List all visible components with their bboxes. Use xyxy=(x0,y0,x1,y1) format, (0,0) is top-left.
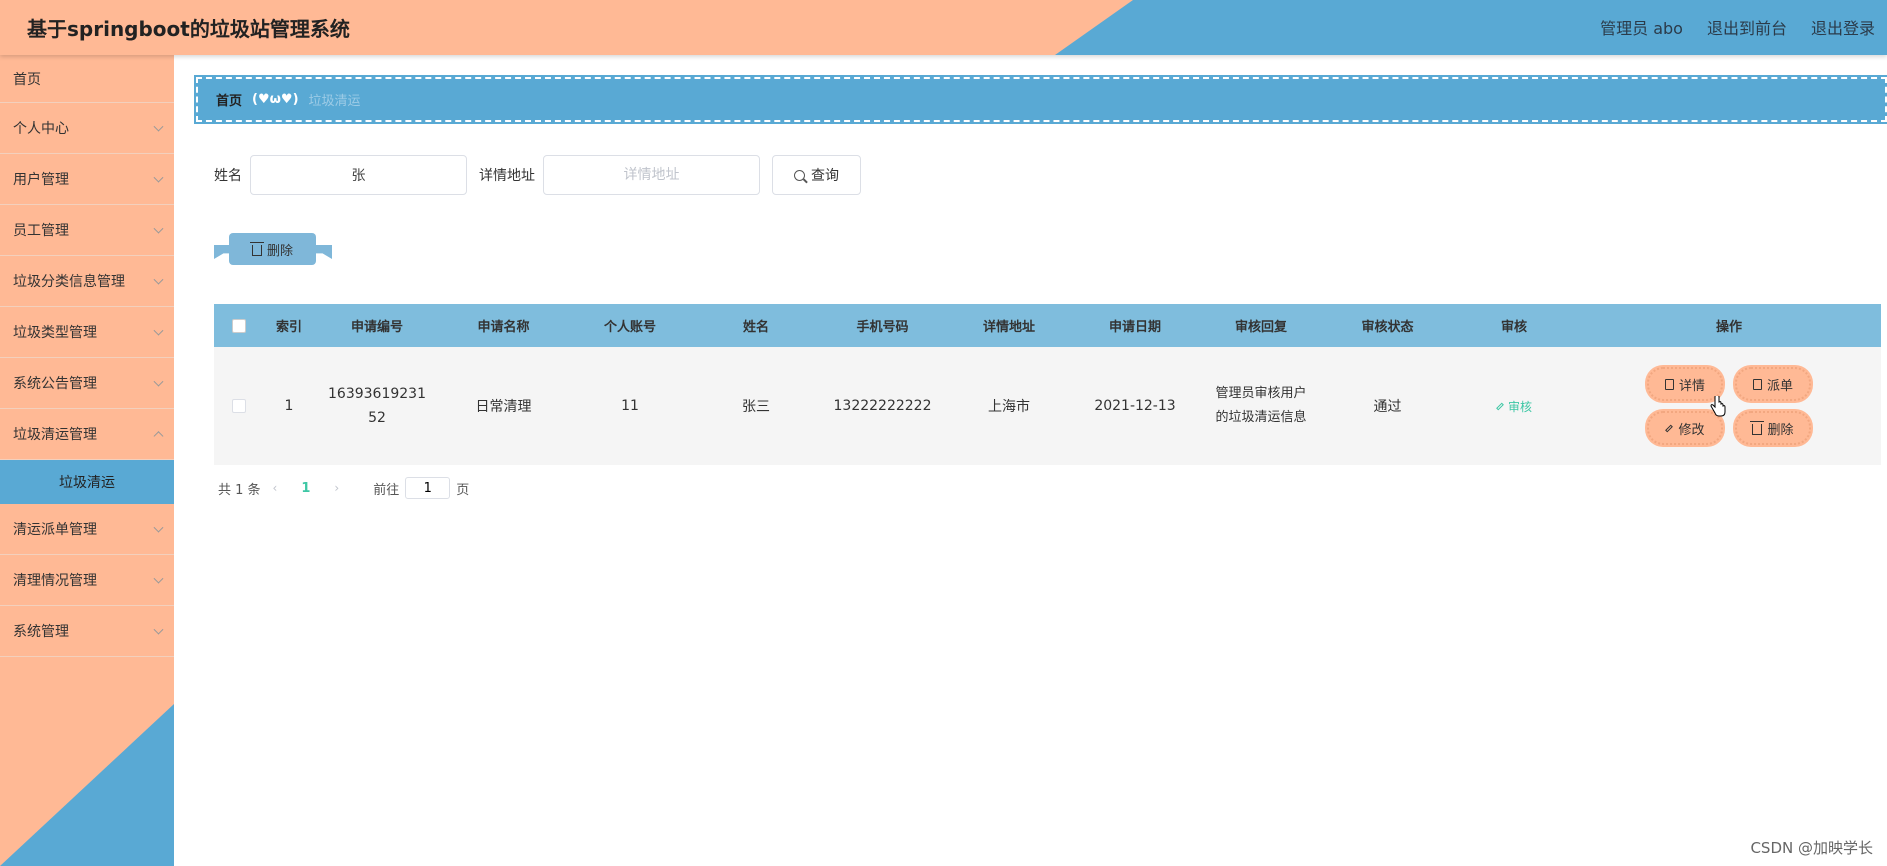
name-input[interactable] xyxy=(250,155,467,195)
chevron-down-icon xyxy=(153,172,164,183)
logout-link[interactable]: 退出登录 xyxy=(1811,15,1875,39)
edit-pen-icon xyxy=(1496,402,1504,410)
chevron-down-icon xyxy=(153,121,164,132)
dispatch-button[interactable]: 派单 xyxy=(1735,367,1811,401)
sidebar-item-staff[interactable]: 员工管理 xyxy=(0,205,174,256)
table-row: 1 1639361923152 日常清理 11 张三 13222222222 上… xyxy=(214,347,1881,465)
pagination-total: 共 1 条 xyxy=(218,482,261,498)
prev-page-icon[interactable]: ‹ xyxy=(273,481,278,495)
data-table: 索引 申请编号 申请名称 个人账号 姓名 手机号码 详情地址 申请日期 审核回复… xyxy=(214,304,1881,465)
sidebar-item-classification[interactable]: 垃圾分类信息管理 xyxy=(0,256,174,307)
col-reply: 审核回复 xyxy=(1234,320,1287,335)
hand-cursor-icon xyxy=(1710,396,1726,417)
goto-page-input[interactable] xyxy=(405,477,451,499)
header-actions: 管理员 abo 退出到前台 退出登录 xyxy=(1600,15,1875,39)
document-icon xyxy=(1664,378,1674,390)
trash-icon xyxy=(1750,420,1765,435)
edit-pen-icon xyxy=(1665,424,1674,432)
delete-button[interactable]: 删除 xyxy=(1735,411,1811,445)
row-checkbox[interactable] xyxy=(232,399,246,413)
col-audit: 审核 xyxy=(1500,320,1527,335)
table-header: 索引 申请编号 申请名称 个人账号 姓名 手机号码 详情地址 申请日期 审核回复… xyxy=(214,304,1881,347)
chevron-down-icon xyxy=(153,376,164,387)
col-apply-name: 申请名称 xyxy=(477,320,530,335)
col-account: 个人账号 xyxy=(603,320,656,335)
audit-link[interactable]: 审核 xyxy=(1496,398,1532,415)
sidebar-subitem-transport[interactable]: 垃圾清运 xyxy=(0,460,174,504)
pagination: 共 1 条 ‹ 1 › 前往 页 xyxy=(218,477,469,499)
page-suffix: 页 xyxy=(456,482,470,498)
main-content: 首页 (♥ω♥) 垃圾清运 姓名 详情地址 查询 删除 索引 申请编号 申请名称… xyxy=(174,55,1887,866)
chevron-down-icon xyxy=(153,325,164,336)
watermark: CSDN @加映学长 xyxy=(1750,839,1873,857)
cell-index: 1 xyxy=(284,398,294,414)
chevron-down-icon xyxy=(153,522,164,533)
chevron-down-icon xyxy=(153,624,164,635)
cell-status: 通过 xyxy=(1373,399,1402,415)
cell-name: 张三 xyxy=(742,399,770,415)
sidebar-item-system[interactable]: 系统管理 xyxy=(0,606,174,657)
chevron-down-icon xyxy=(153,223,164,234)
select-all-checkbox[interactable] xyxy=(232,318,246,333)
row-actions: 详情 派单 修改 删除 xyxy=(1609,367,1849,445)
breadcrumb-current: 垃圾清运 xyxy=(308,94,361,109)
sidebar-item-profile[interactable]: 个人中心 xyxy=(0,103,174,154)
cell-phone: 13222222222 xyxy=(833,398,932,414)
col-index: 索引 xyxy=(275,320,302,335)
breadcrumb-separator: (♥ω♥) xyxy=(252,92,299,107)
chevron-up-icon xyxy=(153,431,164,442)
batch-delete-button[interactable]: 删除 xyxy=(229,233,316,265)
query-button[interactable]: 查询 xyxy=(772,155,861,195)
cell-address: 上海市 xyxy=(988,399,1030,415)
back-to-front-link[interactable]: 退出到前台 xyxy=(1707,15,1787,39)
name-label: 姓名 xyxy=(214,168,242,184)
col-apply-no: 申请编号 xyxy=(350,320,403,335)
sidebar-item-dispatch[interactable]: 清运派单管理 xyxy=(0,504,174,555)
sidebar-item-home[interactable]: 首页 xyxy=(0,55,174,103)
sidebar-item-cleaning[interactable]: 清理情况管理 xyxy=(0,555,174,606)
cell-date: 2021-12-13 xyxy=(1094,398,1176,414)
sidebar-item-types[interactable]: 垃圾类型管理 xyxy=(0,307,174,358)
address-input[interactable] xyxy=(543,155,760,195)
cell-apply-name: 日常清理 xyxy=(475,399,532,415)
top-header: 基于springboot的垃圾站管理系统 管理员 abo 退出到前台 退出登录 xyxy=(0,0,1887,55)
search-icon xyxy=(794,169,805,181)
goto-label: 前往 xyxy=(373,482,400,498)
col-operations: 操作 xyxy=(1715,320,1742,335)
breadcrumb: 首页 (♥ω♥) 垃圾清运 xyxy=(194,75,1887,124)
col-address: 详情地址 xyxy=(982,320,1035,335)
app-title: 基于springboot的垃圾站管理系统 xyxy=(27,17,350,41)
document-icon xyxy=(1752,378,1762,390)
sidebar-item-notices[interactable]: 系统公告管理 xyxy=(0,358,174,409)
breadcrumb-home[interactable]: 首页 xyxy=(216,90,242,109)
col-name: 姓名 xyxy=(742,320,769,335)
admin-user-label: 管理员 abo xyxy=(1600,19,1683,38)
cell-apply-no: 1639361923152 xyxy=(328,386,426,426)
cell-reply: 管理员审核用户的垃圾清运信息 xyxy=(1215,386,1307,425)
page-number[interactable]: 1 xyxy=(301,481,310,496)
sidebar-item-transport[interactable]: 垃圾清运管理 xyxy=(0,409,174,460)
col-status: 审核状态 xyxy=(1361,320,1414,335)
chevron-down-icon xyxy=(153,274,164,285)
address-label: 详情地址 xyxy=(479,168,535,184)
chevron-down-icon xyxy=(153,573,164,584)
cell-account: 11 xyxy=(621,398,639,414)
next-page-icon[interactable]: › xyxy=(334,481,339,495)
col-phone: 手机号码 xyxy=(856,320,909,335)
search-bar: 姓名 详情地址 查询 xyxy=(214,155,861,195)
sidebar: 首页 个人中心 用户管理 员工管理 垃圾分类信息管理 垃圾类型管理 系统公告管理… xyxy=(0,55,174,866)
batch-delete-wrapper: 删除 xyxy=(214,233,332,269)
col-date: 申请日期 xyxy=(1108,320,1161,335)
trash-icon xyxy=(249,241,264,256)
sidebar-item-users[interactable]: 用户管理 xyxy=(0,154,174,205)
sidebar-corner-decoration xyxy=(0,704,174,866)
